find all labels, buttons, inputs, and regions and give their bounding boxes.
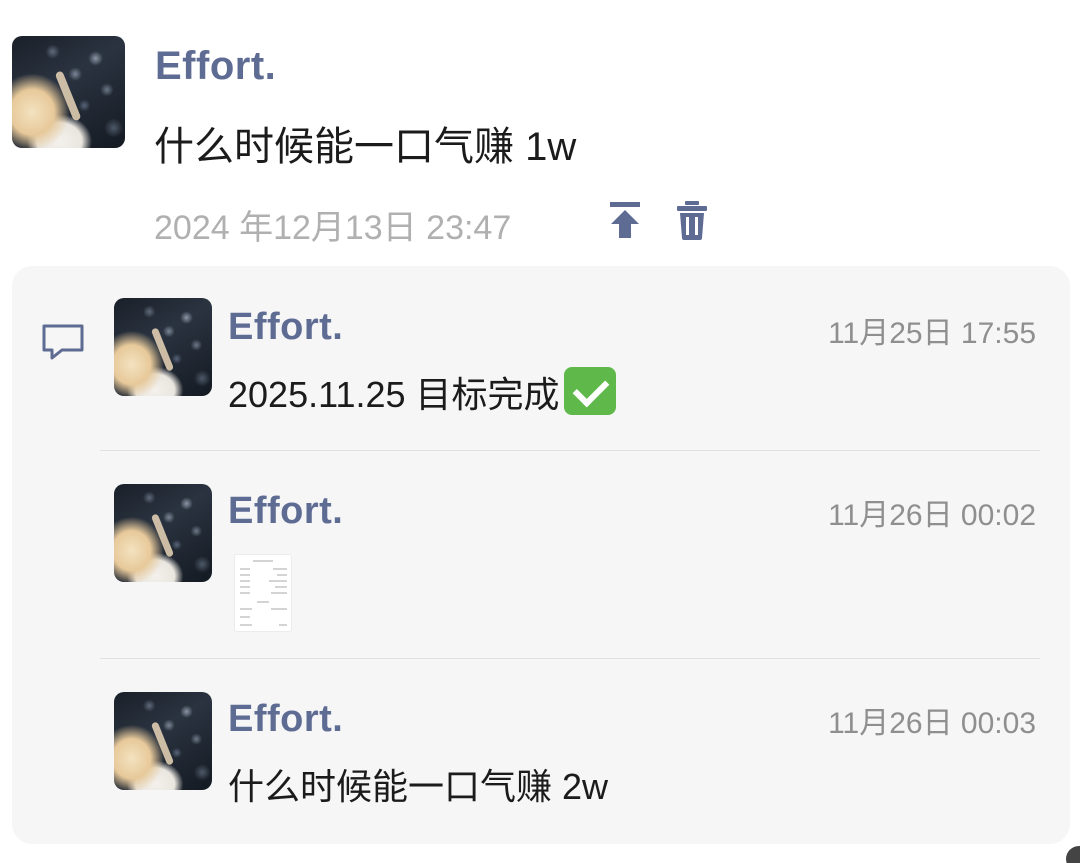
comment-item: Effort. 11月25日 17:55 2025.11.25 目标完成 [12,298,1070,448]
comment-avatar[interactable] [114,484,212,582]
comment-timestamp: 11月26日 00:02 [828,499,1036,532]
comments-panel: Effort. 11月25日 17:55 2025.11.25 目标完成 Eff… [12,266,1070,844]
post-text: 什么时候能一口气赚 1w [154,125,577,169]
author-avatar[interactable] [12,36,125,148]
comment-timestamp: 11月25日 17:55 [828,317,1036,350]
comment-text: 什么时候能一口气赚 2w [228,766,609,807]
comment-divider [100,450,1040,451]
corner-badge [1066,846,1080,863]
comment-timestamp: 11月26日 00:03 [828,707,1036,740]
comment-divider [100,658,1040,659]
moment-post-page: Effort. 什么时候能一口气赚 1w 2024 年12月13日 23:47 … [0,0,1080,863]
image-thumbnail[interactable] [234,554,292,632]
comment-item: Effort. 11月26日 00:02 [12,484,1070,654]
comment-author-name[interactable]: Effort. [228,306,343,349]
comment-item: Effort. 11月26日 00:03 什么时候能一口气赚 2w [12,692,1070,832]
comment-avatar[interactable] [114,298,212,396]
comment-text: 2025.11.25 目标完成 [228,374,560,415]
comment-author-name[interactable]: Effort. [228,698,343,741]
post-timestamp: 2024 年12月13日 23:47 [154,209,512,247]
check-mark-emoji [563,367,616,415]
post-author-name[interactable]: Effort. [155,44,276,89]
comment-avatar[interactable] [114,692,212,790]
comment-author-name[interactable]: Effort. [228,490,343,533]
comment-text-row: 2025.11.25 目标完成 [228,366,616,418]
pin-to-top-icon[interactable] [605,198,645,242]
trash-icon[interactable] [672,198,712,242]
